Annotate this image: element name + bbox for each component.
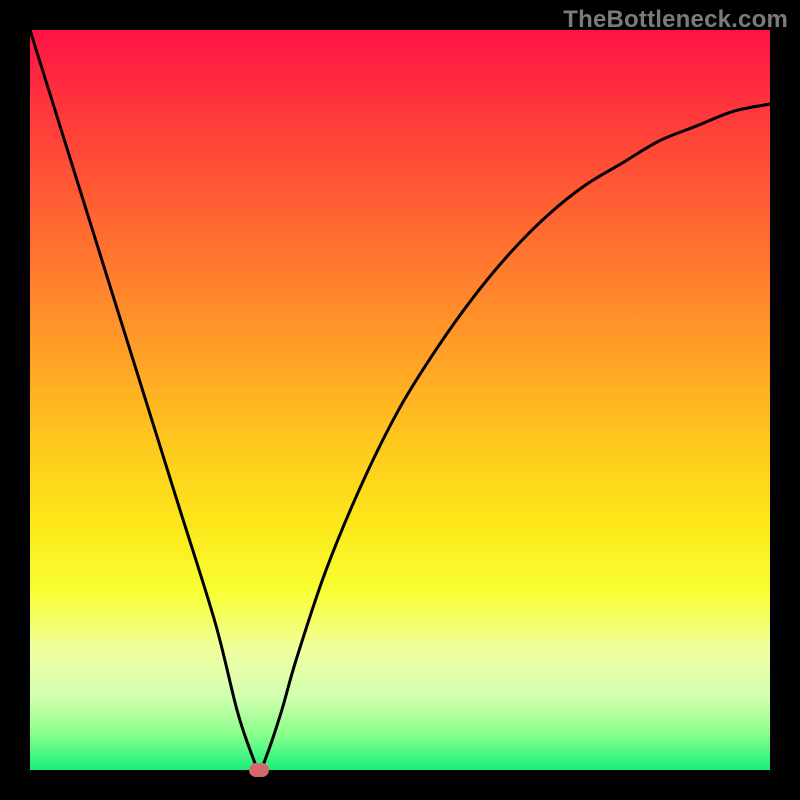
optimum-marker <box>249 763 269 777</box>
watermark-text: TheBottleneck.com <box>563 6 788 34</box>
curve-svg <box>30 30 770 770</box>
chart-frame: TheBottleneck.com <box>0 0 800 800</box>
plot-area <box>30 30 770 770</box>
bottleneck-curve <box>30 30 770 770</box>
